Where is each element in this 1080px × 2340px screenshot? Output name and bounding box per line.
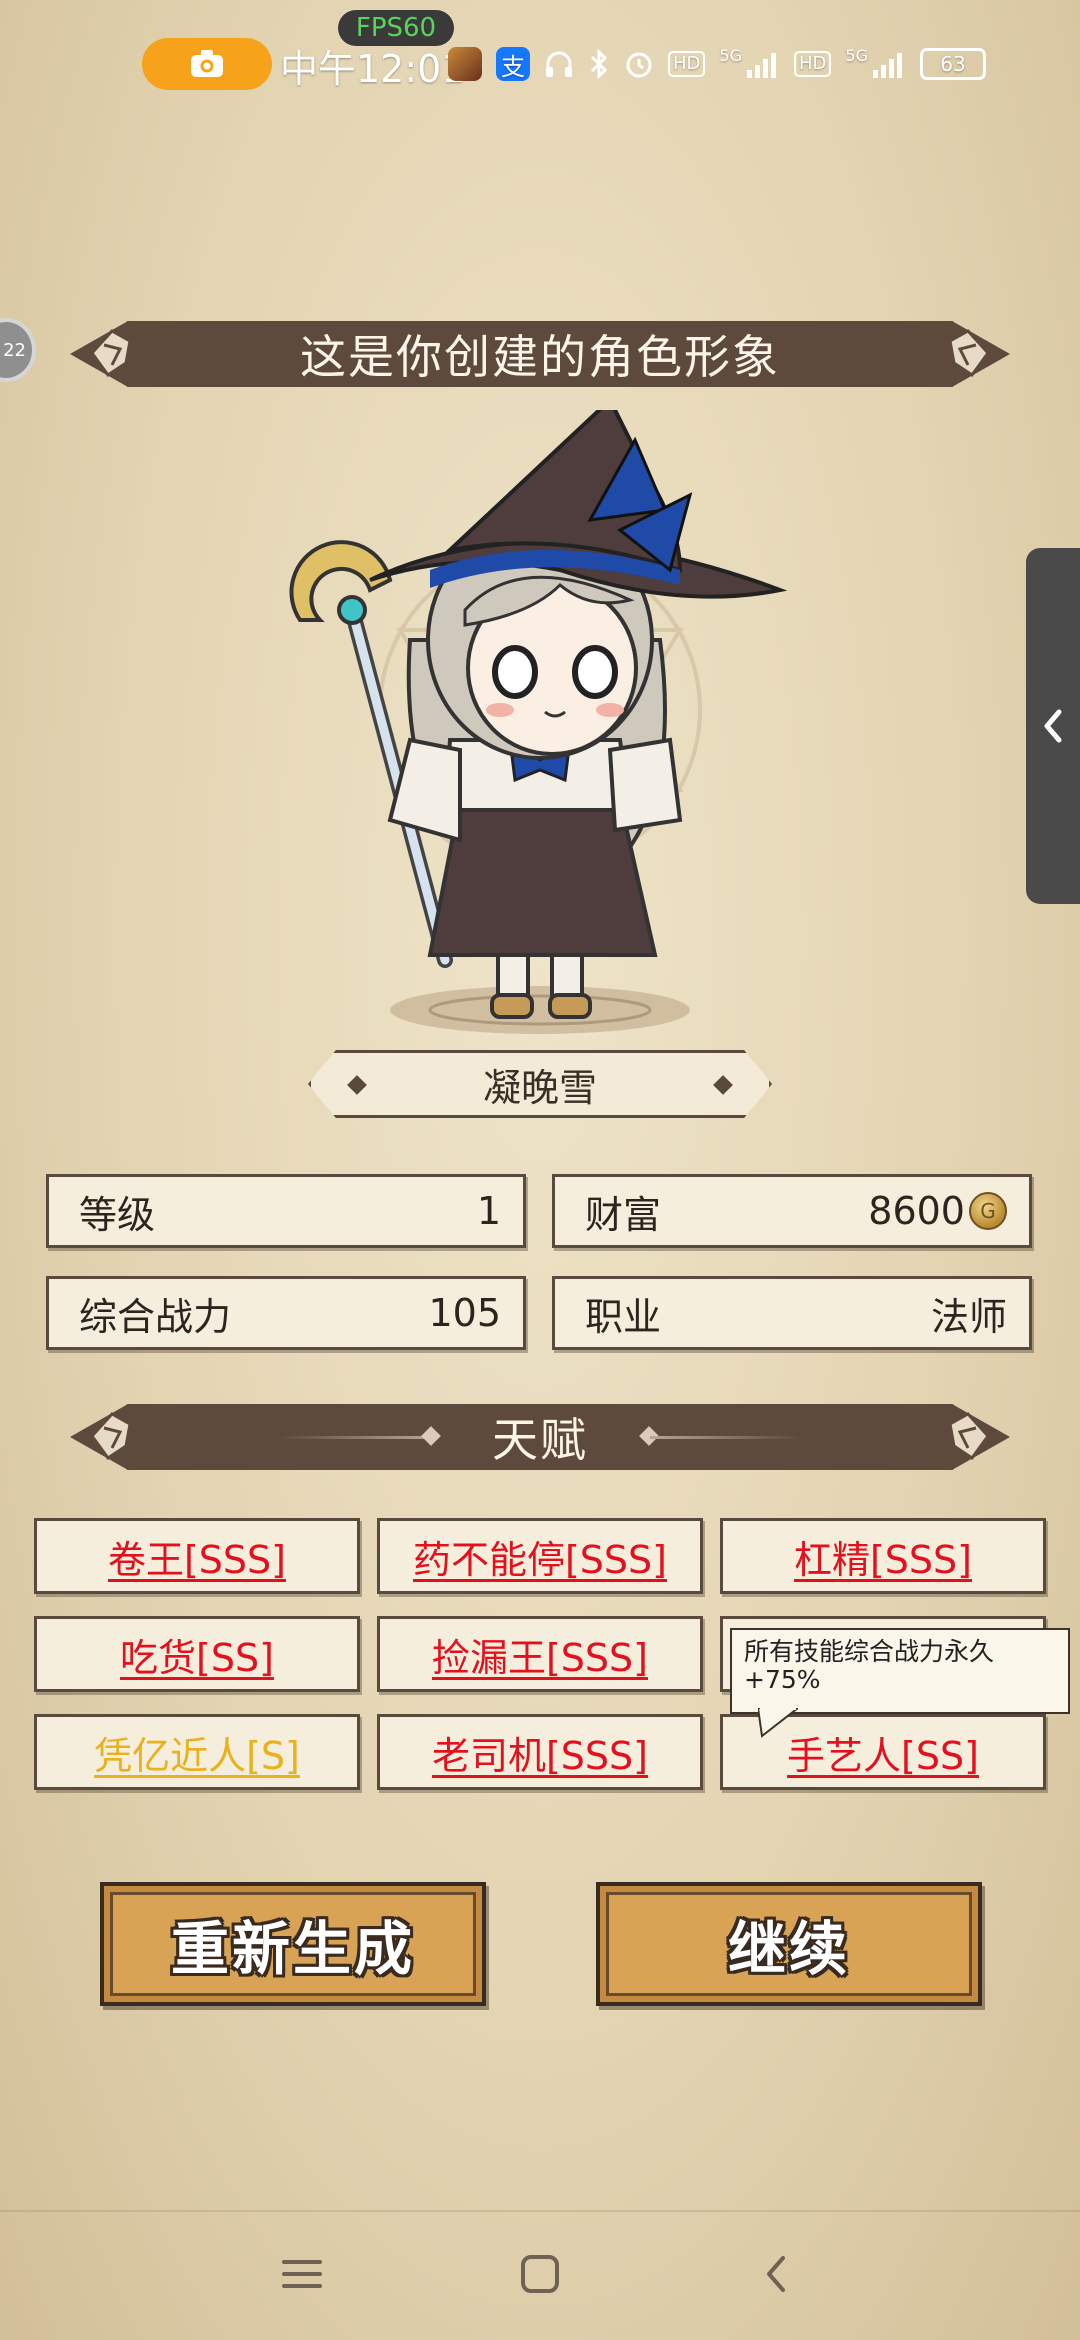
talent-card[interactable]: 吃货[SS] [34, 1616, 360, 1692]
tooltip-tail [758, 1708, 798, 1738]
regenerate-button[interactable]: 重新生成 [100, 1882, 486, 2006]
signal-icon-2 [872, 53, 902, 78]
stat-label: 等级 [79, 1192, 156, 1237]
chevron-left-icon [1044, 709, 1062, 743]
continue-button[interactable]: 继续 [596, 1882, 982, 2006]
talent-card[interactable]: 老司机[SSS] [377, 1714, 703, 1790]
stat-value: 8600 [868, 1189, 965, 1233]
game-app-icon [448, 47, 482, 81]
hd-badge-1: HD [668, 51, 706, 77]
stat-wealth: 财富 8600 G [552, 1174, 1032, 1248]
battery-indicator: 63 [919, 48, 986, 80]
status-icons: 支 HD 5G HD 5G 63 [448, 38, 986, 90]
nav-menu-button[interactable] [262, 2234, 342, 2314]
hd-badge-2: HD [793, 51, 832, 77]
side-drawer-handle[interactable] [1026, 548, 1080, 904]
stat-level: 等级 1 [46, 1174, 526, 1248]
stat-value: 1 [476, 1189, 501, 1233]
coin-icon: G [969, 1192, 1007, 1230]
stat-value: 法师 [930, 1294, 1007, 1339]
regenerate-button-label: 重新生成 [170, 1915, 415, 1983]
talent-card[interactable]: 药不能停[SSS] [377, 1518, 703, 1594]
network-label-2: 5G [845, 45, 868, 65]
status-time: 中午12:01 [280, 47, 466, 91]
character-name: 凝晚雪 [482, 1065, 597, 1110]
alarm-icon [626, 52, 652, 78]
alipay-icon: 支 [496, 47, 530, 81]
talent-banner: 天赋 [70, 1398, 1010, 1476]
continue-button-label: 继续 [727, 1915, 850, 1983]
back-icon [767, 2256, 785, 2292]
floating-ball[interactable]: 22 [0, 318, 36, 382]
talent-tooltip: 所有技能综合战力永久+75% [730, 1628, 1070, 1714]
camera-icon [191, 50, 223, 77]
page-title: 这是你创建的角色形象 [300, 330, 780, 384]
character-name-plate: 凝晚雪 [308, 1050, 772, 1118]
stat-combat-power: 综合战力 105 [46, 1276, 526, 1350]
talent-card[interactable]: 捡漏王[SSS] [377, 1616, 703, 1692]
menu-icon [282, 2260, 322, 2288]
stat-label: 财富 [585, 1192, 662, 1237]
talent-card[interactable]: 卷王[SSS] [34, 1518, 360, 1594]
talent-section-title: 天赋 [492, 1413, 588, 1467]
stat-value: 105 [428, 1291, 501, 1335]
nav-divider [0, 2210, 1080, 2212]
signal-icon-1 [746, 53, 776, 78]
talent-card[interactable]: 杠精[SSS] [720, 1518, 1046, 1594]
bluetooth-icon [590, 48, 608, 80]
header-banner: 这是你创建的角色形象 [70, 315, 1010, 393]
talent-card[interactable]: 凭亿近人[S] [34, 1714, 360, 1790]
network-label-1: 5G [719, 45, 742, 65]
stat-label: 综合战力 [79, 1294, 232, 1339]
floating-ball-label: 22 [3, 339, 26, 361]
headphones-icon [546, 51, 572, 77]
nav-home-button[interactable] [500, 2234, 580, 2314]
stat-class: 职业 法师 [552, 1276, 1032, 1350]
screen-record-button[interactable] [142, 38, 272, 90]
character-portrait [289, 410, 788, 1034]
nav-back-button[interactable] [736, 2234, 816, 2314]
stat-label: 职业 [585, 1294, 662, 1339]
home-icon [521, 2255, 559, 2293]
